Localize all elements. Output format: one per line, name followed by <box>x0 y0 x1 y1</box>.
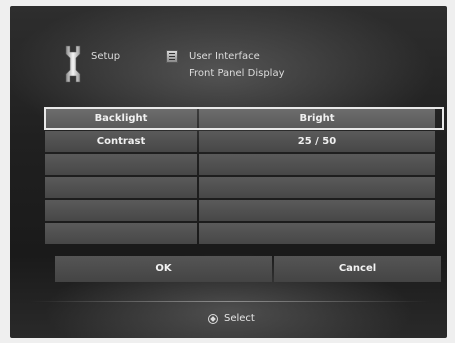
ok-button[interactable]: OK <box>55 256 272 282</box>
setting-name: Backlight <box>45 108 197 129</box>
setting-row-empty <box>45 177 443 198</box>
cancel-button[interactable]: Cancel <box>274 256 441 282</box>
setting-value[interactable]: 25 / 50 <box>199 131 435 152</box>
setup-wrench-icon <box>65 45 81 83</box>
settings-table: Backlight Bright Contrast 25 / 50 <box>44 107 444 246</box>
setting-value <box>199 177 435 198</box>
setting-row-empty <box>45 200 443 221</box>
setting-value <box>199 200 435 221</box>
setting-value <box>199 154 435 175</box>
setting-row-empty <box>45 154 443 175</box>
setting-row-contrast[interactable]: Contrast 25 / 50 <box>45 131 443 152</box>
subsection-title: Front Panel Display <box>189 68 285 79</box>
setting-name <box>45 154 197 175</box>
osd-screen: Setup User Interface Front Panel Display… <box>10 6 447 338</box>
footer-divider <box>30 301 430 302</box>
setting-value[interactable]: Bright <box>199 108 435 129</box>
setup-label: Setup <box>91 51 121 62</box>
section-title: User Interface <box>189 51 260 62</box>
setting-value <box>199 223 435 244</box>
setting-row-empty <box>45 223 443 244</box>
select-hint: Select <box>224 313 255 324</box>
setting-name <box>45 200 197 221</box>
setting-name: Contrast <box>45 131 197 152</box>
user-interface-icon <box>166 50 178 63</box>
setting-name <box>45 223 197 244</box>
dialog-buttons: OK Cancel <box>55 256 441 282</box>
dpad-icon <box>208 314 218 324</box>
setting-name <box>45 177 197 198</box>
setting-row-backlight[interactable]: Backlight Bright <box>44 107 444 130</box>
